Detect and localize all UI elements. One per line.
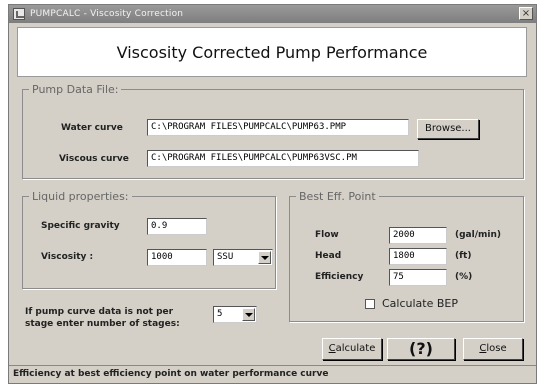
viscosity-input[interactable]: 1000	[147, 249, 207, 266]
water-curve-input[interactable]: C:\PROGRAM FILES\PUMPCALC\PUMP63.PMP	[147, 119, 409, 136]
viscosity-label: Viscosity :	[41, 252, 94, 262]
title-bar[interactable]: PUMPCALC - Viscosity Correction ×	[9, 5, 536, 23]
efficiency-label: Efficiency	[315, 272, 364, 282]
calculate-accel: C	[328, 343, 336, 354]
liquid-properties-group: Liquid properties:	[22, 190, 276, 289]
calculate-bep-label: Calculate BEP	[382, 297, 459, 310]
status-bar: Efficiency at best efficiency point on w…	[9, 365, 536, 383]
app-icon	[13, 8, 25, 20]
specific-gravity-label: Specific gravity	[41, 221, 120, 231]
chevron-down-icon[interactable]	[242, 308, 255, 321]
head-unit: (ft)	[455, 251, 472, 261]
head-label: Head	[315, 251, 342, 261]
stages-select[interactable]: 5	[213, 306, 257, 323]
calculate-bep-checkbox[interactable]	[365, 299, 375, 309]
viscous-curve-label: Viscous curve	[59, 154, 129, 164]
chevron-down-icon[interactable]	[258, 251, 271, 264]
bep-legend: Best Eff. Point	[299, 190, 376, 203]
head-input[interactable]: 1800	[389, 248, 447, 265]
viscosity-correction-window: PUMPCALC - Viscosity Correction × Viscos…	[8, 4, 537, 384]
stages-prompt-line1: If pump curve data is not per	[25, 307, 174, 317]
window-title: PUMPCALC - Viscosity Correction	[30, 9, 184, 19]
browse-button[interactable]: Browse...	[417, 119, 479, 139]
viscosity-unit-value: SSU	[217, 252, 234, 262]
viscosity-unit-select[interactable]: SSU	[213, 249, 273, 266]
water-curve-label: Water curve	[61, 123, 123, 133]
flow-unit: (gal/min)	[455, 230, 501, 240]
flow-label: Flow	[315, 230, 339, 240]
stages-prompt-line2: stage enter number of stages:	[25, 319, 180, 329]
close-button[interactable]: Close	[463, 338, 523, 360]
header-panel: Viscosity Corrected Pump Performance	[17, 27, 527, 77]
page-title: Viscosity Corrected Pump Performance	[116, 43, 428, 62]
specific-gravity-input[interactable]: 0.9	[147, 218, 207, 235]
calculate-label: alculate	[335, 343, 376, 354]
calculate-button[interactable]: Calculate	[322, 338, 382, 360]
efficiency-input[interactable]: 75	[389, 269, 447, 286]
stages-value: 5	[217, 309, 223, 319]
help-button[interactable]: (?)	[387, 338, 455, 360]
close-label: lose	[486, 343, 507, 354]
viscous-curve-input[interactable]: C:\PROGRAM FILES\PUMPCALC\PUMP63VSC.PM	[147, 150, 419, 167]
liquid-properties-legend: Liquid properties:	[32, 190, 129, 203]
efficiency-unit: (%)	[455, 272, 473, 282]
pump-data-legend: Pump Data File:	[32, 83, 119, 96]
close-window-button[interactable]: ×	[519, 7, 533, 20]
flow-input[interactable]: 2000	[389, 227, 447, 244]
